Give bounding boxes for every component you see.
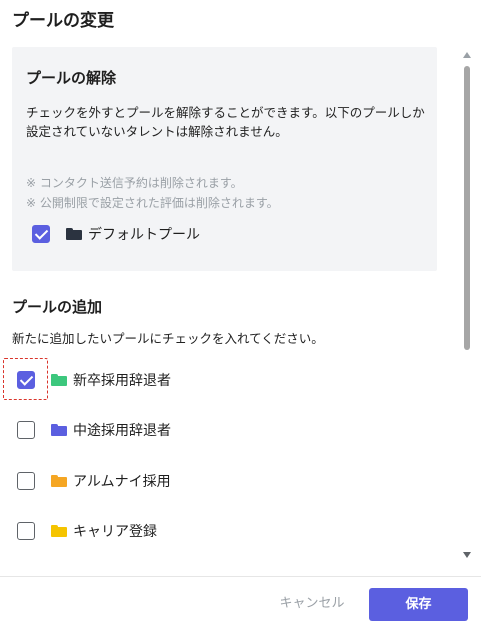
pool-checkbox[interactable]	[17, 522, 35, 540]
pool-label: アルムナイ採用	[73, 474, 171, 490]
add-pool-item[interactable]: 新卒採用辞退者	[17, 370, 171, 390]
pool-label: 中途採用辞退者	[73, 423, 171, 439]
release-note: ※ コンタクト送信予約は削除されます。	[26, 176, 243, 190]
folder-icon	[51, 475, 67, 487]
folder-icon	[51, 424, 67, 436]
pool-checkbox[interactable]	[17, 371, 35, 389]
release-description: チェックを外すとプールを解除することができます。以下のプールしか設定されていない…	[26, 105, 425, 139]
release-note: ※ 公開制限で設定された評価は削除されます。	[26, 196, 279, 210]
release-heading: プールの解除	[26, 69, 117, 87]
dialog-body: プールの解除 チェックを外すとプールを解除することができます。以下のプールしか設…	[0, 40, 481, 562]
save-button[interactable]: 保存	[369, 588, 468, 621]
release-section: プールの解除 チェックを外すとプールを解除することができます。以下のプールしか設…	[12, 47, 437, 271]
add-pool-item[interactable]: アルムナイ採用	[17, 471, 171, 491]
add-pool-item[interactable]: 中途採用辞退者	[17, 420, 171, 440]
pool-label: 新卒採用辞退者	[73, 373, 171, 389]
cancel-button[interactable]: キャンセル	[272, 588, 352, 620]
pool-label: デフォルトプール	[88, 227, 200, 243]
scrollbar-thumb[interactable]	[464, 66, 470, 350]
dialog-title: プールの変更	[12, 11, 114, 31]
vertical-scrollbar[interactable]	[461, 52, 473, 558]
add-pool-item[interactable]: キャリア登録	[17, 521, 157, 541]
add-heading: プールの追加	[12, 298, 103, 316]
folder-icon	[66, 228, 82, 240]
pool-label: キャリア登録	[73, 524, 157, 540]
folder-icon	[51, 374, 67, 386]
release-pool-item[interactable]: デフォルトプール	[32, 224, 200, 244]
pool-checkbox[interactable]	[32, 225, 50, 243]
pool-checkbox[interactable]	[17, 421, 35, 439]
pool-checkbox[interactable]	[17, 472, 35, 490]
add-description: 新たに追加したいプールにチェックを入れてください。	[12, 331, 324, 346]
folder-icon	[51, 525, 67, 537]
scroll-down-icon[interactable]	[463, 552, 471, 558]
footer-divider	[0, 576, 481, 577]
scroll-up-icon[interactable]	[463, 52, 471, 58]
